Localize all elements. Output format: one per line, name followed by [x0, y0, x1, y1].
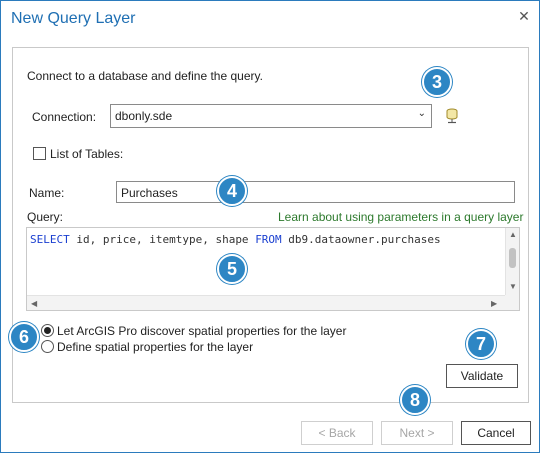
- chevron-down-icon: ⌄: [417, 108, 426, 119]
- sql-keyword-select: SELECT: [30, 233, 70, 246]
- callout-badge-5: 5: [217, 254, 247, 284]
- list-of-tables-label: List of Tables:: [50, 147, 124, 161]
- discover-spatial-radio[interactable]: [41, 324, 54, 337]
- callout-badge-4: 4: [217, 176, 247, 206]
- vertical-scrollbar[interactable]: ▲ ▼: [505, 228, 519, 296]
- scroll-right-icon[interactable]: ▶: [491, 299, 497, 308]
- callout-badge-3: 3: [422, 67, 452, 97]
- database-connection-icon[interactable]: [445, 108, 459, 124]
- back-button[interactable]: < Back: [301, 421, 373, 445]
- sql-keyword-from: FROM: [255, 233, 282, 246]
- close-icon[interactable]: ✕: [515, 7, 533, 25]
- sql-query-editor[interactable]: SELECT id, price, itemtype, shape FROM d…: [26, 227, 520, 311]
- new-query-layer-dialog: New Query Layer ✕ Connect to a database …: [0, 0, 540, 453]
- name-label: Name:: [29, 186, 65, 200]
- connection-dropdown[interactable]: dbonly.sde ⌄: [110, 104, 432, 128]
- sql-query-text: SELECT id, price, itemtype, shape FROM d…: [30, 233, 441, 246]
- list-of-tables-checkbox[interactable]: [33, 147, 46, 160]
- callout-badge-7: 7: [466, 329, 496, 359]
- sql-fragment-table: db9.dataowner.purchases: [281, 233, 441, 246]
- validate-button[interactable]: Validate: [446, 364, 518, 388]
- connection-value: dbonly.sde: [115, 109, 173, 123]
- define-spatial-label: Define spatial properties for the layer: [57, 340, 254, 354]
- intro-text: Connect to a database and define the que…: [27, 69, 263, 83]
- callout-badge-6: 6: [9, 322, 39, 352]
- discover-spatial-label: Let ArcGIS Pro discover spatial properti…: [57, 324, 347, 338]
- horizontal-scrollbar[interactable]: ◀ ▶: [27, 295, 507, 310]
- sql-fragment: id, price, itemtype, shape: [69, 233, 256, 246]
- scroll-thumb[interactable]: [509, 248, 516, 268]
- content-panel: Connect to a database and define the que…: [12, 47, 529, 403]
- name-value: Purchases: [121, 186, 178, 200]
- name-input[interactable]: Purchases: [116, 181, 515, 203]
- query-label: Query:: [27, 210, 64, 224]
- define-spatial-radio[interactable]: [41, 340, 54, 353]
- dialog-title: New Query Layer: [11, 10, 136, 27]
- connection-label: Connection:: [32, 110, 97, 124]
- cancel-button[interactable]: Cancel: [461, 421, 531, 445]
- scroll-down-icon[interactable]: ▼: [509, 282, 517, 291]
- query-parameters-help-link[interactable]: Learn about using parameters in a query …: [278, 210, 523, 224]
- scroll-up-icon[interactable]: ▲: [509, 230, 517, 239]
- next-button[interactable]: Next >: [381, 421, 453, 445]
- callout-badge-8: 8: [400, 385, 430, 415]
- scroll-left-icon[interactable]: ◀: [31, 299, 37, 308]
- scroll-corner: [505, 295, 519, 310]
